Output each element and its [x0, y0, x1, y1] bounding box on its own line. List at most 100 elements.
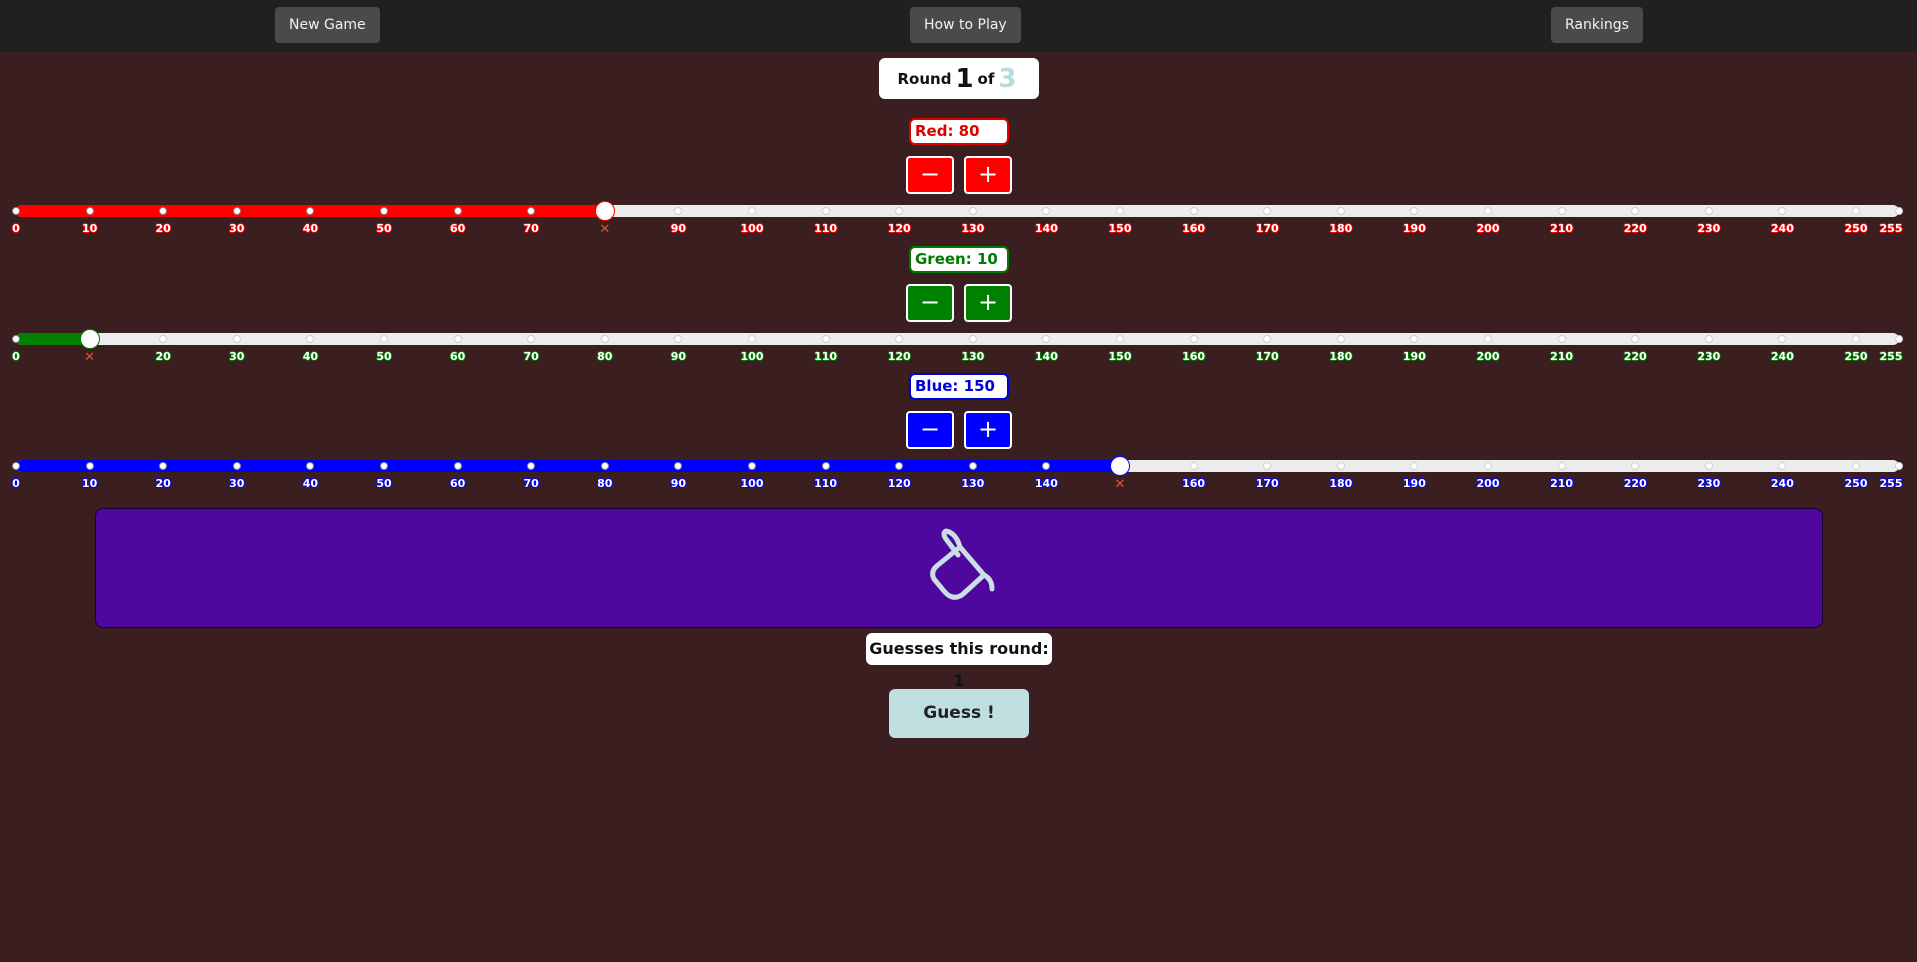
blue-increase-button[interactable]: + — [964, 411, 1012, 449]
green-tick-dot — [1116, 335, 1124, 343]
green-tick-label: 230 — [1697, 350, 1721, 363]
green-tick-dot — [895, 335, 904, 343]
green-tick-dot — [968, 335, 977, 343]
green-decrease-button[interactable]: − — [906, 284, 954, 322]
red-tick-label: 60 — [449, 222, 466, 235]
blue-tick-label: 70 — [523, 477, 539, 490]
red-tick-label: 220 — [1623, 222, 1647, 235]
new-game-button[interactable]: New Game — [275, 7, 380, 43]
blue-tick-dot — [1778, 462, 1787, 470]
red-current-value-marker: ✕ — [599, 222, 611, 237]
green-tick-label: 0 — [12, 350, 20, 363]
blue-value-label: Blue: 150 — [909, 373, 1009, 400]
green-tick-label: 100 — [740, 350, 764, 363]
red-tick-dot — [968, 207, 977, 215]
red-tick-dot — [1484, 207, 1492, 215]
rankings-button[interactable]: Rankings — [1551, 7, 1643, 43]
green-tick-dot — [380, 335, 388, 343]
red-tick-dot — [232, 207, 241, 215]
green-tick-dot — [600, 335, 609, 343]
green-tick-label: 130 — [961, 350, 985, 363]
blue-tick-dot — [1484, 462, 1492, 470]
blue-tick-label: 20 — [155, 477, 171, 490]
red-tick-dot — [674, 207, 683, 215]
how-to-play-button[interactable]: How to Play — [910, 7, 1021, 43]
red-tick-dot — [1631, 207, 1640, 215]
red-tick-dot — [1042, 207, 1051, 215]
red-increase-button[interactable]: + — [964, 156, 1012, 194]
blue-tick-label: 100 — [740, 477, 764, 490]
green-slider-track[interactable] — [12, 329, 1903, 349]
red-tick-label: 255 — [1879, 222, 1903, 235]
green-tick-dot — [1852, 335, 1860, 343]
green-slider-thumb[interactable] — [79, 329, 100, 349]
green-tick-label: 20 — [155, 350, 171, 363]
red-tick-label: 130 — [961, 222, 985, 235]
blue-tick-dot — [85, 462, 94, 470]
blue-slider-track[interactable] — [12, 456, 1903, 476]
green-value-label: Green: 10 — [909, 246, 1009, 273]
blue-tick-label: 40 — [302, 477, 319, 490]
green-tick-dot — [1189, 335, 1198, 343]
green-tick-dot — [1631, 335, 1640, 343]
green-tick-label: 40 — [302, 350, 319, 363]
red-slider-thumb[interactable] — [594, 201, 615, 221]
green-tick-label: 30 — [229, 350, 245, 363]
red-tick-label: 250 — [1844, 222, 1868, 235]
paint-bucket-icon — [930, 528, 995, 600]
red-slider-track[interactable] — [12, 201, 1903, 221]
red-tick-dot — [12, 207, 20, 215]
red-tick-dot — [1410, 207, 1419, 215]
blue-tick-dot — [1263, 462, 1272, 470]
blue-tick-label: 130 — [961, 477, 985, 490]
green-tick-dot — [674, 335, 683, 343]
red-tick-label: 150 — [1108, 222, 1132, 235]
red-tick-dot — [380, 207, 388, 215]
green-tick-label: 240 — [1770, 350, 1794, 363]
red-tick-label: 180 — [1329, 222, 1353, 235]
red-tick-label: 120 — [887, 222, 911, 235]
green-tick-label: 110 — [814, 350, 838, 363]
blue-tick-label: 220 — [1623, 477, 1647, 490]
color-preview-swatch — [95, 508, 1823, 628]
green-tick-label: 70 — [523, 350, 539, 363]
green-tick-label: 50 — [376, 350, 392, 363]
blue-tick-label: 240 — [1770, 477, 1794, 490]
blue-tick-label: 50 — [376, 477, 392, 490]
blue-tick-dot — [1189, 462, 1198, 470]
blue-tick-dot — [453, 462, 462, 470]
green-tick-dot — [821, 335, 830, 343]
blue-slider-thumb[interactable] — [1110, 456, 1130, 476]
green-tick-dot — [1557, 335, 1566, 343]
red-tick-label: 10 — [81, 222, 98, 235]
red-tick-dot — [1336, 207, 1345, 215]
top-navigation-bar: New Game How to Play Rankings — [0, 0, 1917, 52]
blue-tick-dot — [1895, 462, 1903, 470]
red-tick-label: 170 — [1255, 222, 1279, 235]
blue-tick-dot — [600, 462, 609, 470]
green-increase-button[interactable]: + — [964, 284, 1012, 322]
red-tick-dot — [821, 207, 830, 215]
blue-decrease-button[interactable]: − — [906, 411, 954, 449]
blue-tick-label: 230 — [1697, 477, 1721, 490]
red-tick-dot — [1557, 207, 1566, 215]
guess-button[interactable]: Guess ! — [889, 689, 1029, 738]
blue-tick-dot — [968, 462, 977, 470]
blue-tick-label: 110 — [814, 477, 838, 490]
red-tick-label: 140 — [1034, 222, 1058, 235]
green-tick-dot — [159, 335, 168, 343]
green-tick-dot — [306, 335, 315, 343]
green-tick-label: 160 — [1182, 350, 1206, 363]
blue-tick-dot — [12, 462, 20, 470]
red-tick-dot — [453, 207, 462, 215]
green-tick-dot — [527, 335, 536, 343]
green-tick-dot — [1484, 335, 1492, 343]
green-slider-fill — [16, 333, 90, 345]
green-tick-label: 170 — [1255, 350, 1279, 363]
blue-tick-label: 80 — [597, 477, 613, 490]
red-decrease-button[interactable]: − — [906, 156, 954, 194]
blue-tick-label: 250 — [1844, 477, 1868, 490]
red-tick-dot — [1116, 207, 1124, 215]
blue-tick-label: 170 — [1255, 477, 1279, 490]
round-of: of — [977, 69, 995, 88]
